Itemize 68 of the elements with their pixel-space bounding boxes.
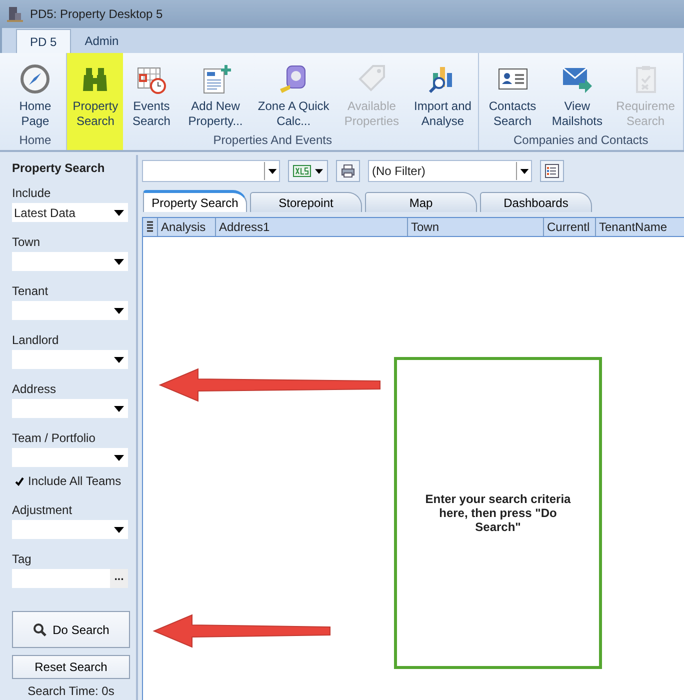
ribbon-button[interactable]: View Mailshots xyxy=(546,59,608,133)
tab[interactable]: Storepoint xyxy=(250,192,362,212)
list-icon xyxy=(545,164,559,178)
caret-icon xyxy=(114,454,124,460)
column-header[interactable]: Address1 xyxy=(215,218,407,236)
caret-icon xyxy=(114,526,124,532)
checkmark-icon xyxy=(15,476,24,486)
ribbon-button[interactable]: Zone A Quick Calc... xyxy=(252,59,336,133)
field-label: Team / Portfolio xyxy=(12,431,96,445)
ribbon-button[interactable]: Import and Analyse xyxy=(408,59,478,133)
tab[interactable]: Map xyxy=(365,192,477,212)
printer-icon xyxy=(341,164,355,178)
group-label: Home xyxy=(18,133,52,149)
dropdown-field[interactable] xyxy=(12,301,128,320)
search-time: Search Time: 0s xyxy=(26,684,116,698)
search-icon xyxy=(32,622,47,636)
list-button[interactable] xyxy=(540,160,564,182)
caret-icon xyxy=(315,168,323,174)
panel-title: Property Search xyxy=(12,161,106,175)
checkbox[interactable]: Include All Teams xyxy=(14,474,130,488)
dropdown-field[interactable] xyxy=(12,520,128,539)
column-header[interactable]: Currentl xyxy=(543,218,595,236)
input-field[interactable]: ... xyxy=(12,569,128,588)
tab[interactable]: Dashboards xyxy=(480,192,592,212)
field-label: Include xyxy=(12,186,52,200)
field-label: Address xyxy=(12,382,58,396)
tab[interactable]: Property Search xyxy=(143,190,247,212)
app-icon xyxy=(6,5,24,23)
dropdown-field[interactable] xyxy=(12,399,128,418)
ribbon-tab[interactable]: PD 5 xyxy=(16,29,71,53)
ribbon-button[interactable]: Contacts Search xyxy=(478,59,546,133)
filter-dropdown[interactable]: (No Filter) xyxy=(368,160,532,182)
caret-icon xyxy=(114,406,124,412)
ribbon-button[interactable]: Property Search xyxy=(67,53,124,150)
caret-icon xyxy=(114,356,124,362)
field-label: Landlord xyxy=(12,333,60,347)
spreadsheet-icon xyxy=(293,165,311,177)
dropdown-field[interactable] xyxy=(12,350,128,369)
dropdown-field[interactable] xyxy=(12,448,128,467)
callout-text: Enter your search criteria here, then press "Do Search" xyxy=(424,492,572,534)
column-header[interactable]: Town xyxy=(407,218,543,236)
dropdown-field[interactable] xyxy=(12,252,128,271)
column-chooser-icon[interactable] xyxy=(146,221,154,233)
dropdown-field[interactable]: Latest Data xyxy=(12,203,128,222)
print-button[interactable] xyxy=(336,160,360,182)
compass-icon xyxy=(19,63,52,95)
ribbon-button[interactable]: Events Search xyxy=(123,59,180,133)
field-label: Town xyxy=(12,235,42,249)
reset-button[interactable]: Reset Search xyxy=(12,655,130,679)
column-header[interactable]: Analysis xyxy=(157,218,215,236)
window-title: PD5: Property Desktop 5 xyxy=(30,7,163,21)
excel-export-button[interactable] xyxy=(288,160,328,182)
group-label: Properties And Events xyxy=(212,133,333,149)
caret-icon xyxy=(268,168,276,174)
search-button[interactable]: Do Search xyxy=(12,611,130,648)
ribbon-button[interactable]: Add New Property... xyxy=(179,59,252,133)
field-label: Tenant xyxy=(12,284,50,298)
field-label: Tag xyxy=(12,552,32,566)
caret-icon xyxy=(114,308,124,314)
ribbon-tab[interactable]: Admin xyxy=(70,29,133,53)
caret-icon xyxy=(114,210,124,216)
dropdown-field[interactable] xyxy=(142,160,280,182)
group-label: Companies and Contacts xyxy=(512,133,650,149)
caret-icon xyxy=(114,258,124,264)
caret-icon xyxy=(520,168,528,174)
ribbon-button[interactable]: Home Page xyxy=(4,59,66,133)
column-header[interactable]: TenantName xyxy=(595,218,684,236)
field-label: Adjustment xyxy=(12,503,74,517)
